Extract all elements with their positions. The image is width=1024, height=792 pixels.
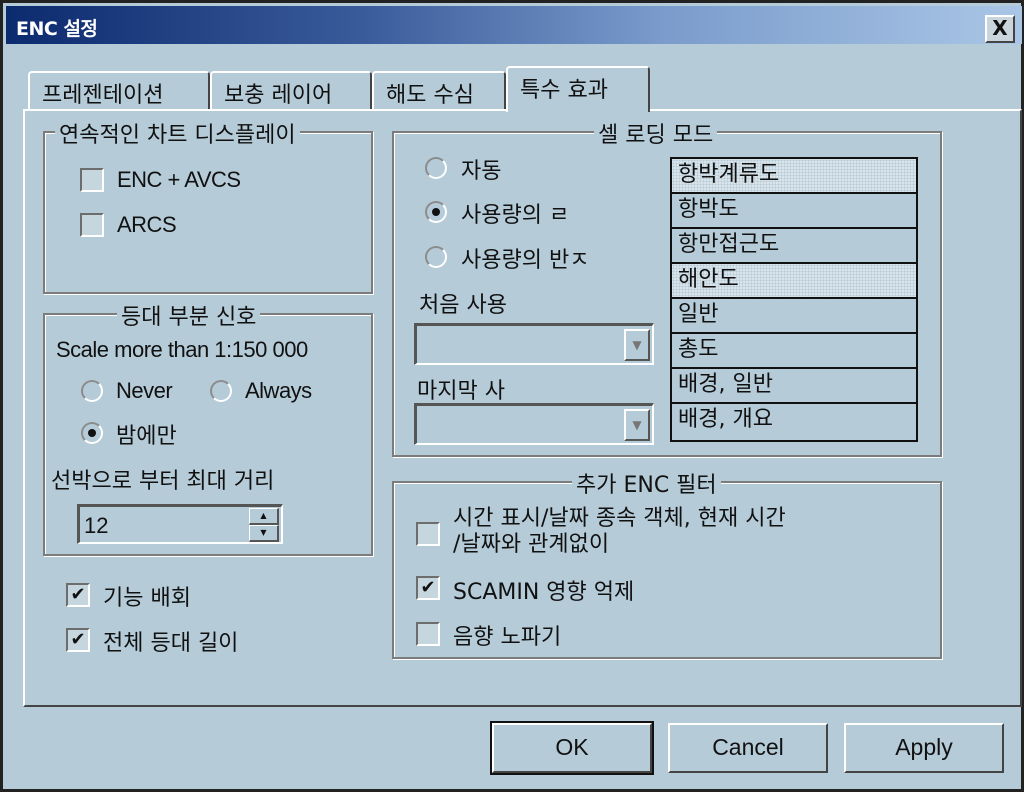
- window-title: ENC 설정: [16, 18, 98, 40]
- group-title: 셀 로딩 모드: [594, 117, 718, 149]
- night-only-radio[interactable]: [81, 422, 103, 444]
- scale-label: Scale more than 1:150 000: [56, 337, 308, 362]
- ok-button[interactable]: OK: [490, 721, 654, 775]
- enc-avcs-label: ENC + AVCS: [117, 167, 241, 192]
- sounding-label: 음향 노파기: [453, 625, 562, 650]
- sounding-checkbox[interactable]: [416, 622, 440, 646]
- max-distance-value[interactable]: 12: [84, 513, 108, 539]
- group-title: 추가 ENC 필터: [572, 467, 721, 499]
- enc-avcs-checkbox[interactable]: [80, 168, 104, 192]
- tab-label: 보충 레이어: [224, 83, 333, 108]
- tab-supplementary-layers[interactable]: 보충 레이어: [210, 71, 372, 109]
- arrow-up-icon: ▲: [260, 511, 267, 520]
- tab-label: 해도 수심: [386, 83, 474, 108]
- night-only-label: 밤에만: [116, 424, 177, 449]
- chart-type-list[interactable]: 항박계류도 항박도 항만접근도 해안도 일반 총도 배경, 일반 배경, 개요: [670, 157, 918, 442]
- never-radio[interactable]: [81, 380, 103, 402]
- tab-chart-depth[interactable]: 해도 수심: [372, 71, 506, 109]
- full-light-length-checkbox[interactable]: ✔: [66, 628, 90, 652]
- auto-label: 자동: [461, 159, 502, 184]
- last-use-combo[interactable]: ▼: [414, 403, 654, 445]
- never-label: Never: [116, 378, 173, 403]
- enc-settings-dialog: ENC 설정 X 프레젠테이션 보충 레이어 해도 수심 특수 효과 연속적인 …: [0, 0, 1024, 792]
- tab-special-effects[interactable]: 특수 효과: [506, 66, 650, 112]
- full-light-length-label: 전체 등대 길이: [103, 631, 239, 656]
- group-title: 등대 부분 신호: [117, 299, 261, 331]
- list-item[interactable]: 항만접근도: [672, 229, 916, 264]
- radio-dot: [88, 429, 96, 437]
- list-item[interactable]: 항박도: [672, 194, 916, 229]
- cancel-button[interactable]: Cancel: [668, 723, 828, 773]
- group-title: 연속적인 차트 디스플레이: [55, 117, 300, 149]
- auto-radio[interactable]: [425, 157, 447, 179]
- check-icon: ✔: [70, 629, 86, 650]
- usage-ratio-radio[interactable]: [425, 201, 447, 223]
- arcs-checkbox[interactable]: [80, 213, 104, 237]
- tab-presentation[interactable]: 프레젠테이션: [28, 71, 210, 109]
- last-use-label: 마지막 사: [417, 379, 505, 404]
- dropdown-button[interactable]: ▼: [624, 409, 650, 441]
- dropdown-button[interactable]: ▼: [624, 329, 650, 361]
- radio-dot: [432, 208, 440, 216]
- close-button[interactable]: X: [985, 15, 1015, 43]
- usage-half-radio[interactable]: [425, 246, 447, 268]
- chevron-down-icon: ▼: [632, 338, 642, 352]
- chevron-down-icon: ▼: [632, 418, 642, 432]
- list-item[interactable]: 해안도: [672, 264, 916, 299]
- spin-down-button[interactable]: ▼: [249, 525, 279, 542]
- first-use-combo[interactable]: ▼: [414, 323, 654, 365]
- tab-label: 특수 효과: [520, 78, 608, 103]
- first-use-label: 처음 사용: [419, 293, 507, 318]
- check-icon: ✔: [420, 577, 436, 598]
- title-bar[interactable]: ENC 설정 X: [6, 6, 1022, 44]
- scamin-checkbox[interactable]: ✔: [416, 576, 440, 600]
- always-label: Always: [245, 378, 312, 403]
- arrow-down-icon: ▼: [260, 528, 267, 537]
- function-roam-checkbox[interactable]: ✔: [66, 583, 90, 607]
- scamin-label: SCAMIN 영향 억제: [453, 580, 635, 605]
- function-roam-label: 기능 배회: [103, 586, 191, 611]
- close-icon: X: [992, 16, 1008, 40]
- list-item[interactable]: 일반: [672, 299, 916, 334]
- always-radio[interactable]: [210, 380, 232, 402]
- list-item[interactable]: 항박계류도: [672, 159, 916, 194]
- label-line: 시간 표시/날짜 종속 객체, 현재 시간: [453, 506, 786, 531]
- label-line: /날짜와 관계없이: [453, 532, 610, 557]
- tab-label: 프레젠테이션: [42, 83, 164, 108]
- list-item[interactable]: 총도: [672, 334, 916, 369]
- max-distance-spinner[interactable]: 12 ▲ ▼: [77, 504, 283, 544]
- check-icon: ✔: [70, 584, 86, 605]
- spin-up-button[interactable]: ▲: [249, 508, 279, 525]
- apply-button[interactable]: Apply: [844, 723, 1004, 773]
- list-item[interactable]: 배경, 일반: [672, 369, 916, 404]
- time-dependent-checkbox[interactable]: [416, 522, 440, 546]
- time-dependent-label: 시간 표시/날짜 종속 객체, 현재 시간 /날짜와 관계없이: [453, 506, 786, 558]
- max-distance-label: 선박으로 부터 최대 거리: [51, 469, 275, 494]
- usage-ratio-label: 사용량의 ㄹ: [461, 203, 570, 228]
- usage-half-label: 사용량의 반ㅈ: [461, 248, 590, 273]
- list-item[interactable]: 배경, 개요: [672, 404, 916, 439]
- arcs-label: ARCS: [117, 212, 177, 237]
